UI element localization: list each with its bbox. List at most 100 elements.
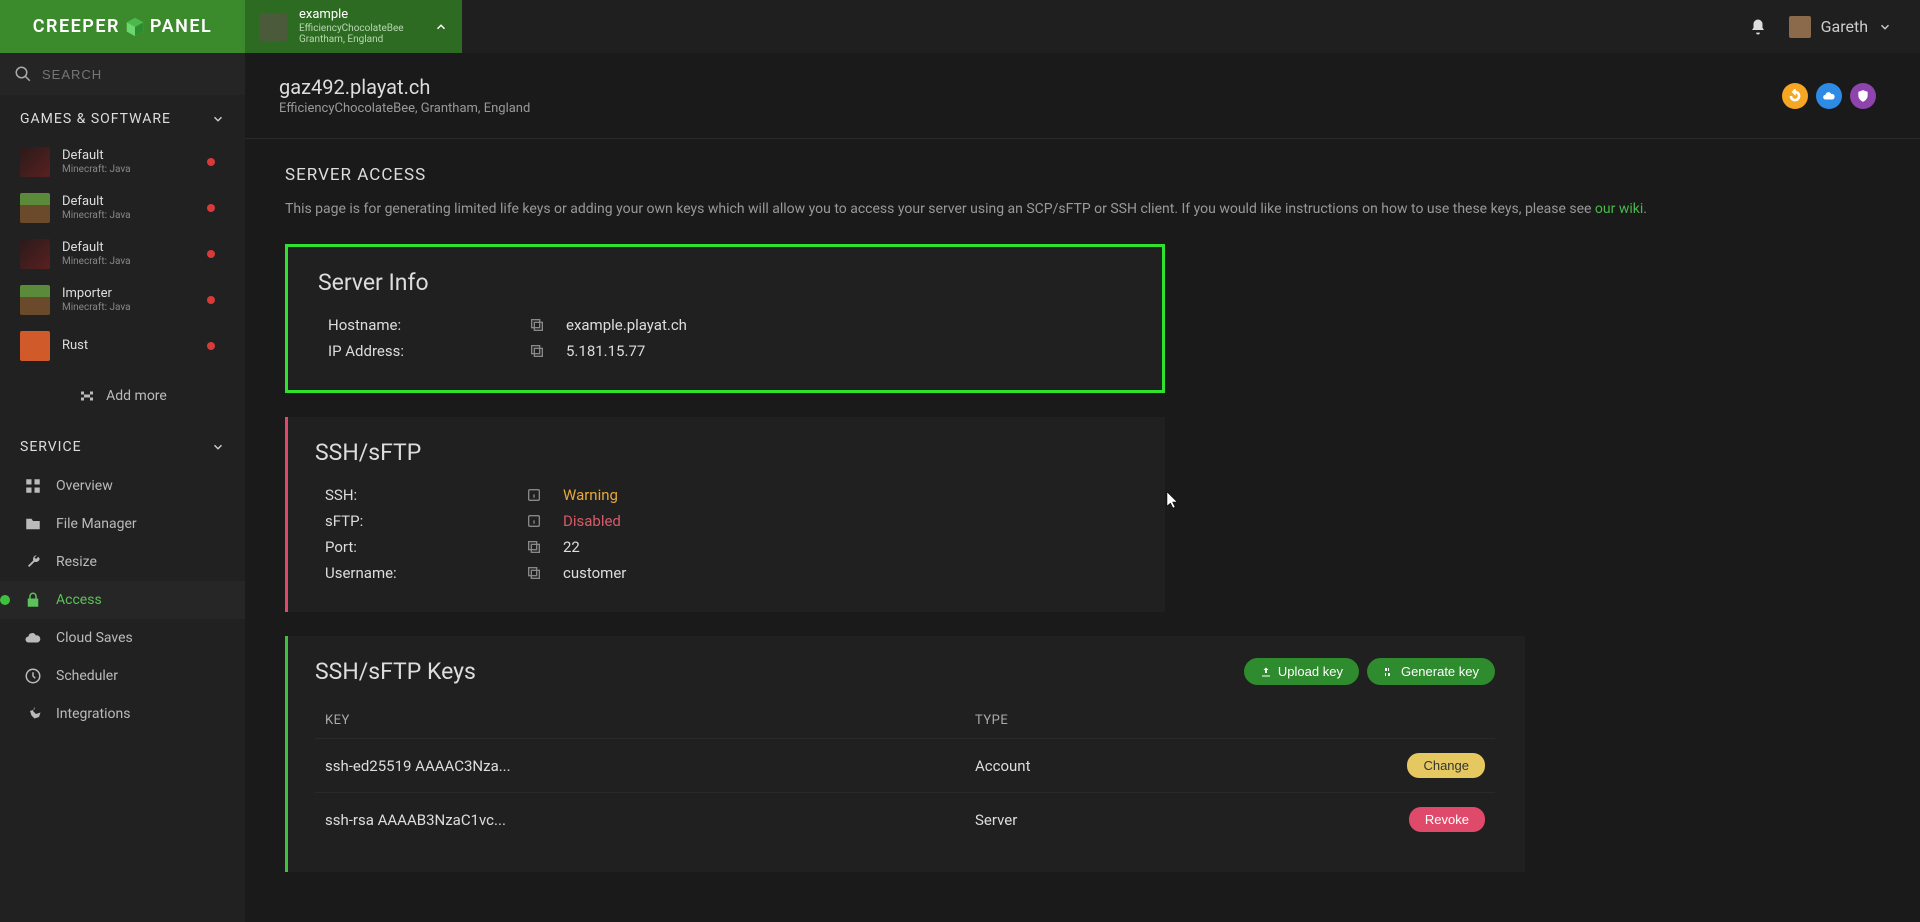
service-list: Overview File Manager Resize Access Clou… <box>0 467 245 733</box>
lock-icon <box>24 591 42 609</box>
copy-icon[interactable] <box>525 538 543 556</box>
svc-label: Overview <box>56 478 113 494</box>
bell-icon[interactable] <box>1749 18 1767 36</box>
key-row: ssh-ed25519 AAAAC3Nza... Account Change <box>315 738 1495 792</box>
game-texts: Rust <box>62 339 195 354</box>
cloud-icon[interactable] <box>1816 83 1842 109</box>
grid-icon <box>24 477 42 495</box>
ssh-sftp-card: SSH/sFTP SSH: Warning sFTP: Disabled Por… <box>285 417 1165 612</box>
game-name: Importer <box>62 287 195 302</box>
search-input[interactable] <box>42 67 231 82</box>
info-icon[interactable] <box>525 486 543 504</box>
game-thumb <box>20 193 50 223</box>
add-more-label: Add more <box>106 388 167 404</box>
chevron-down-icon <box>211 112 225 126</box>
game-thumb <box>20 239 50 269</box>
game-item[interactable]: Default Minecraft: Java <box>0 231 245 277</box>
search-row <box>0 53 245 95</box>
chevron-up-icon <box>434 20 448 34</box>
game-subtitle: Minecraft: Java <box>62 210 195 222</box>
svc-label: Access <box>56 592 102 608</box>
copy-icon[interactable] <box>528 316 546 334</box>
brand-text-right: PANEL <box>150 16 212 37</box>
game-subtitle: Minecraft: Java <box>62 256 195 268</box>
brand-logo[interactable]: CREEPER PANEL <box>0 0 245 53</box>
server-selector-text: example EfficiencyChocolateBee Grantham,… <box>299 8 404 44</box>
game-texts: Default Minecraft: Java <box>62 241 195 267</box>
wiki-link[interactable]: our wiki <box>1595 201 1643 217</box>
copy-icon[interactable] <box>525 564 543 582</box>
games-list: Default Minecraft: Java Default Minecraf… <box>0 139 245 369</box>
game-name: Default <box>62 195 195 210</box>
svc-item-overview[interactable]: Overview <box>0 467 245 505</box>
svc-item-access[interactable]: Access <box>0 581 245 619</box>
game-name: Default <box>62 149 195 164</box>
page-subtitle: EfficiencyChocolateBee, Grantham, Englan… <box>279 101 530 116</box>
info-label: Username: <box>325 564 525 582</box>
server-thumb <box>259 13 287 41</box>
info-row: IP Address: 5.181.15.77 <box>318 338 1132 364</box>
game-name: Rust <box>62 339 195 354</box>
chevron-down-icon <box>1878 20 1892 34</box>
game-item[interactable]: Rust <box>0 323 245 369</box>
info-label: SSH: <box>325 486 525 504</box>
access-desc-text: This page is for generating limited life… <box>285 201 1595 217</box>
svc-item-resize[interactable]: Resize <box>0 543 245 581</box>
upload-key-label: Upload key <box>1278 664 1343 679</box>
info-label: IP Address: <box>328 342 528 360</box>
copy-icon[interactable] <box>528 342 546 360</box>
game-item[interactable]: Default Minecraft: Java <box>0 185 245 231</box>
add-more-button[interactable]: Add more <box>0 369 245 423</box>
folder-icon <box>24 515 42 533</box>
game-subtitle: Minecraft: Java <box>62 302 195 314</box>
access-description: This page is for generating limited life… <box>285 199 1880 220</box>
section-service[interactable]: SERVICE <box>0 423 245 467</box>
svc-item-scheduler[interactable]: Scheduler <box>0 657 245 695</box>
status-dot <box>207 296 215 304</box>
server-selector-sub1: EfficiencyChocolateBee <box>299 23 404 34</box>
info-icon[interactable] <box>525 512 543 530</box>
info-row: SSH: Warning <box>315 482 1135 508</box>
content-header: gaz492.playat.ch EfficiencyChocolateBee,… <box>245 53 1920 139</box>
upload-key-button[interactable]: Upload key <box>1244 658 1359 685</box>
status-dot <box>207 342 215 350</box>
info-label: sFTP: <box>325 512 525 530</box>
user-name: Gareth <box>1821 17 1868 36</box>
clock-icon <box>24 667 42 685</box>
svc-item-file-manager[interactable]: File Manager <box>0 505 245 543</box>
game-thumb <box>20 285 50 315</box>
topbar: CREEPER PANEL example EfficiencyChocolat… <box>0 0 1920 53</box>
server-selector-name: example <box>299 8 404 22</box>
user-menu[interactable]: Gareth <box>1789 16 1892 38</box>
svc-item-cloud-saves[interactable]: Cloud Saves <box>0 619 245 657</box>
game-item[interactable]: Default Minecraft: Java <box>0 139 245 185</box>
col-key-header: KEY <box>325 713 975 728</box>
game-texts: Default Minecraft: Java <box>62 149 195 175</box>
binary-icon <box>1383 666 1395 678</box>
change-button[interactable]: Change <box>1407 753 1485 778</box>
shield-icon[interactable] <box>1850 83 1876 109</box>
generate-key-label: Generate key <box>1401 664 1479 679</box>
server-selector-sub2: Grantham, England <box>299 34 404 45</box>
server-selector[interactable]: example EfficiencyChocolateBee Grantham,… <box>245 0 462 53</box>
svc-item-integrations[interactable]: Integrations <box>0 695 245 733</box>
restart-icon[interactable] <box>1782 83 1808 109</box>
access-desc-post: . <box>1643 201 1647 217</box>
generate-key-button[interactable]: Generate key <box>1367 658 1495 685</box>
col-type-header: TYPE <box>975 713 1365 728</box>
section-games-software[interactable]: GAMES & SOFTWARE <box>0 95 245 139</box>
server-info-card: Server Info Hostname: example.playat.ch … <box>285 244 1165 393</box>
cloud-icon <box>24 629 42 647</box>
header-action-icons <box>1782 83 1876 109</box>
ssh-keys-card: SSH/sFTP Keys Upload key Generate key <box>285 636 1525 872</box>
game-item[interactable]: Importer Minecraft: Java <box>0 277 245 323</box>
game-thumb <box>20 331 50 361</box>
game-subtitle: Minecraft: Java <box>62 164 195 176</box>
brand-text-left: CREEPER <box>33 16 120 37</box>
info-value: example.playat.ch <box>566 316 687 334</box>
svc-label: Resize <box>56 554 97 570</box>
search-icon <box>14 65 32 83</box>
revoke-button[interactable]: Revoke <box>1409 807 1485 832</box>
key-row: ssh-rsa AAAAB3NzaC1vc... Server Revoke <box>315 792 1495 846</box>
status-dot <box>207 158 215 166</box>
